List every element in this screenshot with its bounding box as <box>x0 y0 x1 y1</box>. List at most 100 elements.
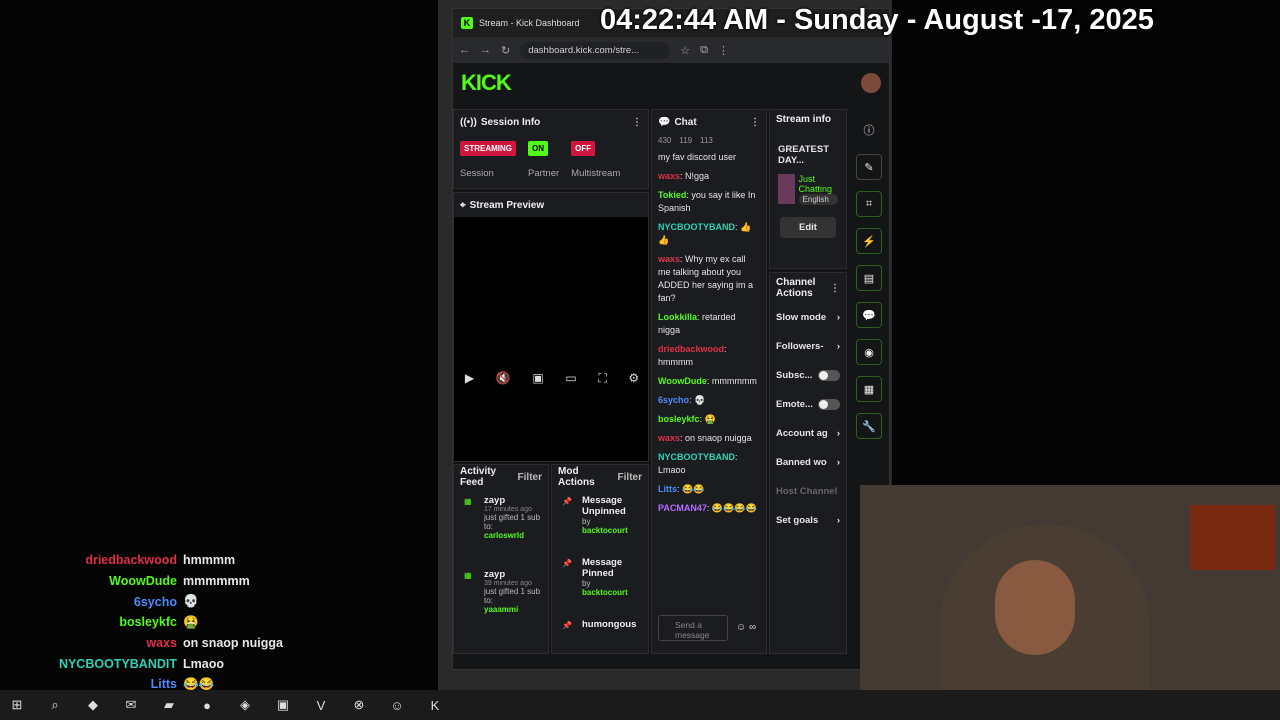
activity-list: ▦ zayp 17 minutes ago just gifted 1 sub to:… <box>454 489 548 637</box>
chat-username[interactable]: waxs <box>658 433 680 443</box>
activity-item: ▦ zayp 39 minutes ago just gifted 1 sub to:… <box>454 563 548 637</box>
toggle-switch[interactable] <box>818 370 840 381</box>
app-icon[interactable]: ▣ <box>274 697 292 713</box>
menu-dots-icon[interactable]: ⋮ <box>718 44 729 57</box>
overlay-username: NYCBOOTYBANDIT <box>58 656 177 671</box>
channel-action-item[interactable]: Followers- › <box>770 332 846 361</box>
url-input[interactable]: dashboard.kick.com/stre... <box>520 41 671 59</box>
extension-icon[interactable]: ⧉ <box>700 44 708 57</box>
overlay-username: bosleykfc <box>119 615 177 630</box>
channel-actions-menu-icon[interactable]: ⋮ <box>830 283 840 294</box>
chat-username[interactable]: bosleykfc <box>658 414 700 424</box>
channel-action-item[interactable]: Banned wo › <box>770 448 846 477</box>
toggle-switch[interactable] <box>818 399 840 410</box>
category-thumbnail <box>778 174 795 204</box>
chat-message[interactable]: PACMAN47: 😂😂😂😂 <box>658 502 760 515</box>
channel-action-item[interactable]: Slow mode › <box>770 303 846 332</box>
chat-message[interactable]: bosleykfc: 🤮 <box>658 413 760 426</box>
chat-message[interactable]: my fav discord user <box>658 151 760 164</box>
category-name[interactable]: Just Chatting <box>799 174 838 194</box>
kick-app-icon[interactable]: K <box>426 698 444 713</box>
windows-start-icon[interactable]: ⊞ <box>8 697 26 713</box>
chat-message[interactable]: Litts: 😂😂 <box>658 483 760 496</box>
chat-username[interactable]: driedbackwood <box>658 344 724 354</box>
chat-username[interactable]: waxs <box>658 254 680 264</box>
xbox-icon[interactable]: ⊗ <box>350 697 368 713</box>
activity-user: zayp <box>484 569 506 580</box>
session-badge-group: STREAMING Session <box>460 138 516 179</box>
chat-username[interactable]: Litts <box>658 484 677 494</box>
app-icon[interactable]: ◈ <box>236 697 254 713</box>
kick-logo[interactable]: KICK <box>461 70 512 96</box>
chat-username[interactable]: WoowDude <box>658 376 707 386</box>
forward-icon[interactable]: → <box>480 44 491 56</box>
chat-message[interactable]: 6sycho: 💀 <box>658 394 760 407</box>
search-icon[interactable]: ⌕ <box>46 697 64 713</box>
chat-input[interactable]: Send a message <box>658 615 728 641</box>
back-icon[interactable]: ← <box>459 44 470 56</box>
mod-filter-button[interactable]: Filter <box>618 472 642 483</box>
mod-item: 📌 Message Pinned by backtocourt <box>552 551 648 613</box>
chat-text: : on snaop nuigga <box>680 433 752 443</box>
chat-message[interactable]: NYCBOOTYBAND: Lmaoo <box>658 451 760 477</box>
app-icon[interactable]: ● <box>198 698 216 713</box>
copilot-icon[interactable]: ◆ <box>84 697 102 713</box>
file-explorer-icon[interactable]: ▰ <box>160 697 178 713</box>
notes-icon[interactable]: ▤ <box>856 265 882 291</box>
outlook-icon[interactable]: ✉ <box>122 697 140 713</box>
chat-icon: 💬 <box>658 116 671 128</box>
chat-username[interactable]: Tokied <box>658 190 686 200</box>
chat-message[interactable]: waxs: N!gga <box>658 170 760 183</box>
activity-filter-button[interactable]: Filter <box>518 472 542 483</box>
reload-icon[interactable]: ↻ <box>501 44 510 57</box>
visual-studio-icon[interactable]: V <box>312 698 330 713</box>
channel-action-item[interactable]: Emote... <box>770 390 846 419</box>
chat-username[interactable]: NYCBOOTYBAND <box>658 452 735 462</box>
discord-icon[interactable]: ☺ <box>388 698 406 713</box>
mute-icon[interactable]: 🔇 <box>496 371 511 386</box>
wrench-icon[interactable]: 🔧 <box>856 413 882 439</box>
bolt-icon[interactable]: ⚡ <box>856 228 882 254</box>
channel-action-item[interactable]: Account ag › <box>770 419 846 448</box>
chat-bubble-icon[interactable]: 💬 <box>856 302 882 328</box>
activity-target[interactable]: yaaammi <box>484 605 542 614</box>
chat-message[interactable]: NYCBOOTYBAND: 👍👍 <box>658 221 760 247</box>
chat-username[interactable]: Lookkilla <box>658 312 697 322</box>
chat-username[interactable]: NYCBOOTYBAND <box>658 222 735 232</box>
chat-menu-icon[interactable]: ⋮ <box>750 117 760 128</box>
mod-by: by <box>582 517 591 526</box>
kick-header: KICK <box>453 63 889 103</box>
status-label: Multistream <box>571 168 621 179</box>
chat-username[interactable]: PACMAN47 <box>658 503 707 513</box>
pin-icon: 📌 <box>562 559 572 568</box>
play-icon[interactable]: ▶ <box>465 371 474 386</box>
kick-favicon-icon: K <box>461 17 473 29</box>
chat-message[interactable]: waxs: Why my ex call me talking about yo… <box>658 253 760 305</box>
chat-message[interactable]: Lookkilla: retarded nigga <box>658 311 760 337</box>
chat-username[interactable]: waxs <box>658 171 680 181</box>
channel-action-item[interactable]: Set goals › <box>770 506 846 535</box>
channel-action-item[interactable]: Subsc... <box>770 361 846 390</box>
chat-message[interactable]: waxs: on snaop nuigga <box>658 432 760 445</box>
edit-button[interactable]: Edit <box>780 217 836 238</box>
emote-icon[interactable]: ☺ ∞ <box>736 622 756 633</box>
settings-gear-icon[interactable]: ⚙ <box>628 371 639 386</box>
fullscreen-icon[interactable]: ⛶ <box>598 371 606 386</box>
clip-icon[interactable]: ⌗ <box>856 191 882 217</box>
activity-target[interactable]: carloswrld <box>484 531 542 540</box>
mod-user[interactable]: backtocourt <box>582 526 642 535</box>
chat-message[interactable]: Tokied: you say it like In Spanish <box>658 189 760 215</box>
info-icon[interactable]: ⓘ <box>856 117 882 143</box>
chat-message[interactable]: WoowDude: mmmmmm <box>658 375 760 388</box>
star-icon[interactable]: ☆ <box>680 44 690 57</box>
session-menu-icon[interactable]: ⋮ <box>632 117 642 128</box>
mod-user[interactable]: backtocourt <box>582 588 642 597</box>
broadcast-icon[interactable]: ◉ <box>856 339 882 365</box>
chat-message[interactable]: driedbackwood: hmmmm <box>658 343 760 369</box>
chat-username[interactable]: 6sycho <box>658 395 689 405</box>
theater-icon[interactable]: ▭ <box>565 371 576 386</box>
layout-icon[interactable]: ▦ <box>856 376 882 402</box>
edit-pencil-icon[interactable]: ✎ <box>856 154 882 180</box>
avatar[interactable] <box>861 73 881 93</box>
pip-icon[interactable]: ▣ <box>532 371 543 386</box>
